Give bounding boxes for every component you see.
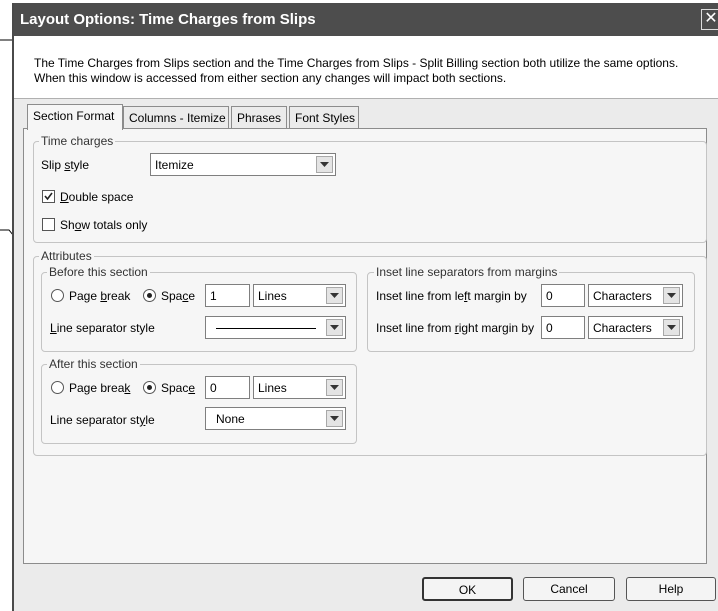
info-panel: The Time Charges from Slips section and … bbox=[14, 36, 718, 99]
before-page-break-radio[interactable] bbox=[51, 289, 64, 302]
before-section-legend: Before this section bbox=[47, 265, 150, 279]
double-space-label[interactable]: Double space bbox=[60, 190, 133, 204]
tab-section-format[interactable]: Section Format bbox=[27, 104, 123, 130]
before-unit-value: Lines bbox=[258, 289, 287, 303]
before-page-break-label[interactable]: Page break bbox=[69, 289, 130, 303]
before-line-sep-label: Line separator style bbox=[50, 321, 155, 335]
slip-style-dropdown[interactable]: Itemize bbox=[150, 153, 336, 176]
time-charges-legend: Time charges bbox=[39, 134, 116, 148]
inset-left-label: Inset line from left margin by bbox=[376, 289, 527, 303]
inset-left-value: 0 bbox=[546, 289, 553, 303]
before-unit-dropdown[interactable]: Lines bbox=[253, 284, 346, 307]
chevron-down-icon[interactable] bbox=[326, 287, 343, 304]
after-unit-value: Lines bbox=[258, 381, 287, 395]
before-space-radio[interactable] bbox=[143, 289, 156, 302]
solid-line-swatch bbox=[216, 328, 316, 329]
close-button[interactable]: ✕ bbox=[701, 9, 718, 30]
tab-phrases[interactable]: Phrases bbox=[231, 106, 287, 128]
after-space-label[interactable]: Space bbox=[161, 381, 195, 395]
tab-columns-itemize[interactable]: Columns - Itemize bbox=[123, 106, 229, 128]
chevron-down-icon[interactable] bbox=[326, 410, 343, 427]
chevron-down-icon[interactable] bbox=[663, 319, 680, 336]
inset-right-unit-value: Characters bbox=[593, 321, 652, 335]
slip-style-label: Slip style bbox=[41, 158, 90, 172]
after-page-break-label[interactable]: Page break bbox=[69, 381, 130, 395]
before-line-sep-dropdown[interactable] bbox=[205, 316, 346, 339]
before-space-label[interactable]: Space bbox=[161, 289, 195, 303]
window-title: Layout Options: Time Charges from Slips bbox=[20, 11, 316, 28]
chevron-down-icon[interactable] bbox=[326, 379, 343, 396]
tab-font-styles[interactable]: Font Styles bbox=[289, 106, 359, 128]
tab-label: Section Format bbox=[33, 109, 115, 123]
inset-right-value: 0 bbox=[546, 321, 553, 335]
cancel-button[interactable]: Cancel bbox=[523, 577, 615, 601]
inset-right-input[interactable]: 0 bbox=[541, 316, 585, 339]
inset-left-input[interactable]: 0 bbox=[541, 284, 585, 307]
inset-left-unit-value: Characters bbox=[593, 289, 652, 303]
tab-label: Columns - Itemize bbox=[129, 111, 226, 125]
radio-selected-dot bbox=[147, 293, 152, 298]
show-totals-checkbox[interactable] bbox=[42, 218, 55, 231]
after-space-radio[interactable] bbox=[143, 381, 156, 394]
before-space-input[interactable]: 1 bbox=[205, 284, 250, 307]
checkmark-icon bbox=[44, 192, 53, 201]
inset-left-unit-dropdown[interactable]: Characters bbox=[588, 284, 683, 307]
after-page-break-radio[interactable] bbox=[51, 381, 64, 394]
inset-right-unit-dropdown[interactable]: Characters bbox=[588, 316, 683, 339]
ok-button[interactable]: OK bbox=[422, 577, 513, 601]
before-space-value: 1 bbox=[210, 289, 217, 303]
title-bar: Layout Options: Time Charges from Slips … bbox=[14, 3, 718, 36]
after-section-legend: After this section bbox=[47, 357, 140, 371]
after-unit-dropdown[interactable]: Lines bbox=[253, 376, 346, 399]
double-space-checkbox[interactable] bbox=[42, 190, 55, 203]
after-space-input[interactable]: 0 bbox=[205, 376, 250, 399]
close-icon: ✕ bbox=[704, 10, 718, 27]
show-totals-label[interactable]: Show totals only bbox=[60, 218, 147, 232]
inset-right-label: Inset line from right margin by bbox=[376, 321, 535, 335]
after-line-sep-label: Line separator style bbox=[50, 413, 155, 427]
info-text: The Time Charges from Slips section and … bbox=[34, 56, 679, 85]
slip-style-value: Itemize bbox=[155, 158, 194, 172]
after-line-sep-value: None bbox=[216, 412, 245, 426]
tab-label: Font Styles bbox=[295, 111, 356, 125]
after-line-sep-dropdown[interactable]: None bbox=[205, 407, 346, 430]
after-space-value: 0 bbox=[210, 381, 217, 395]
inset-legend: Inset line separators from margins bbox=[374, 265, 560, 279]
chevron-down-icon[interactable] bbox=[326, 319, 343, 336]
attributes-legend: Attributes bbox=[39, 249, 94, 263]
chevron-down-icon[interactable] bbox=[663, 287, 680, 304]
chevron-down-icon[interactable] bbox=[316, 156, 333, 173]
tab-label: Phrases bbox=[237, 111, 282, 125]
help-button[interactable]: Help bbox=[626, 577, 716, 601]
radio-selected-dot bbox=[147, 385, 152, 390]
